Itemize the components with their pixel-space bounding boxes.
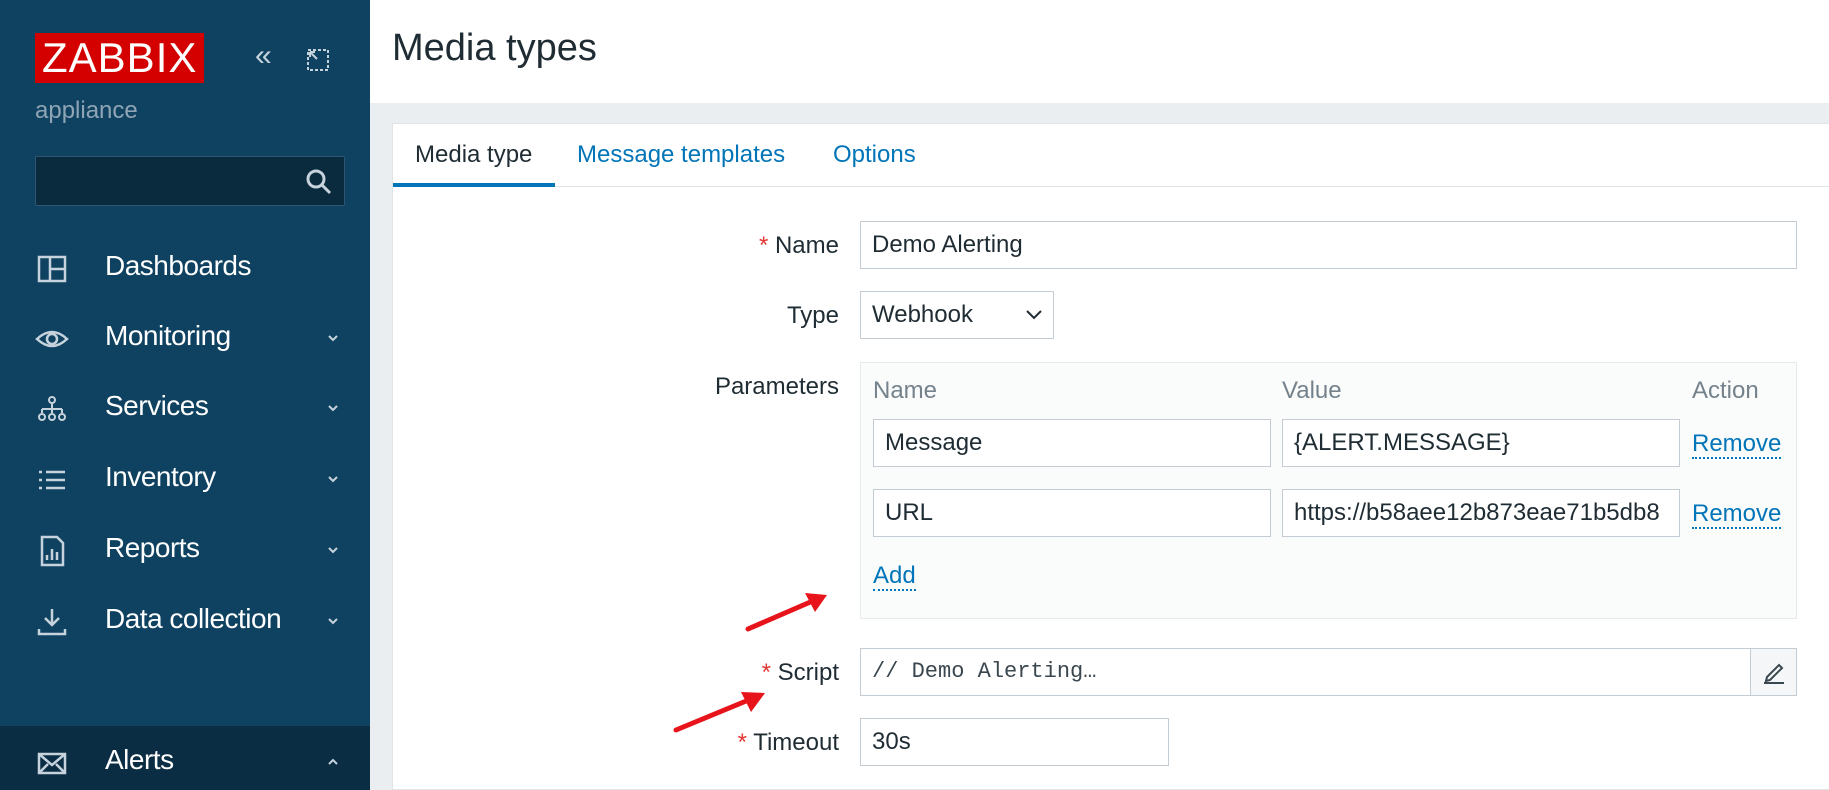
kiosk-mode-icon[interactable]: [305, 44, 331, 71]
required-mark: *: [761, 659, 771, 686]
report-icon: [40, 535, 65, 567]
chevron-down-icon: [328, 476, 338, 483]
nav-inventory[interactable]: Inventory: [0, 443, 370, 515]
pencil-icon: [1764, 663, 1784, 684]
eye-icon: [35, 330, 69, 348]
chevron-down-icon: [328, 405, 338, 412]
sidebar: ZABBIX « appliance Dashboards Monitoring: [0, 0, 370, 790]
param-value-input[interactable]: https://b58aee12b873eae71b5db8: [1282, 489, 1680, 537]
tab-media-type[interactable]: Media type: [415, 141, 532, 169]
parameters-table: Name Value Action Message {ALERT.MESSAGE…: [860, 362, 1797, 619]
name-field[interactable]: Demo Alerting: [860, 221, 1797, 269]
type-select-value: Webhook: [872, 301, 973, 328]
nav-alerts[interactable]: Alerts: [0, 726, 370, 790]
required-mark: *: [758, 232, 769, 259]
search-input[interactable]: [35, 156, 345, 206]
type-select[interactable]: Webhook: [860, 291, 1054, 339]
search-icon[interactable]: [304, 167, 334, 197]
nav-label: Data collection: [105, 603, 282, 634]
nav-monitoring[interactable]: Monitoring: [0, 302, 370, 374]
script-field[interactable]: // Demo Alerting…: [860, 648, 1797, 696]
annotation-arrow-icon: [745, 593, 827, 632]
server-name: appliance: [35, 97, 138, 124]
nav-dashboards[interactable]: Dashboards: [0, 232, 370, 304]
name-label-text: Name: [774, 232, 839, 259]
zabbix-logo[interactable]: ZABBIX: [35, 33, 205, 83]
script-label: * Script: [643, 659, 839, 687]
nav-label: Monitoring: [105, 320, 231, 351]
nav-data-collection[interactable]: Data collection: [0, 585, 370, 657]
remove-param-button[interactable]: Remove: [1692, 501, 1782, 529]
remove-param-button[interactable]: Remove: [1692, 431, 1782, 459]
script-preview: // Demo Alerting…: [872, 659, 1097, 684]
name-label: * Name: [643, 232, 839, 260]
param-name-input[interactable]: URL: [873, 489, 1271, 537]
page-header: Media types: [370, 0, 1829, 103]
script-label-text: Script: [777, 659, 839, 686]
nav-reports[interactable]: Reports: [0, 514, 370, 586]
download-icon: [37, 609, 67, 636]
active-tab-indicator: [393, 183, 555, 187]
nav-label: Dashboards: [105, 250, 251, 281]
annotation-arrow-icon: [673, 692, 765, 733]
param-column-action: Action: [1692, 377, 1759, 404]
nav-services[interactable]: Services: [0, 372, 370, 444]
param-column-value: Value: [1282, 377, 1342, 404]
chevron-down-icon: [328, 335, 338, 342]
chevron-down-icon: [328, 618, 338, 625]
collapse-sidebar-icon[interactable]: «: [255, 36, 272, 76]
nav-label: Alerts: [105, 744, 174, 775]
chevron-up-icon: [328, 758, 338, 765]
dashboards-icon: [37, 255, 67, 283]
envelope-icon: [37, 752, 67, 775]
nav-label: Reports: [105, 532, 200, 563]
list-icon: [39, 470, 65, 490]
page-title: Media types: [392, 27, 597, 69]
param-column-name: Name: [873, 377, 938, 404]
param-value-input[interactable]: {ALERT.MESSAGE}: [1282, 419, 1680, 467]
param-name-input[interactable]: Message: [873, 419, 1271, 467]
tab-bar: Media type Message templates Options: [393, 124, 1829, 187]
nav-label: Inventory: [105, 461, 216, 492]
media-type-form-panel: Media type Message templates Options * N…: [392, 123, 1829, 790]
timeout-field[interactable]: 30s: [860, 718, 1169, 766]
chevron-down-icon: [1026, 310, 1042, 320]
tab-options[interactable]: Options: [833, 141, 916, 169]
type-label: Type: [786, 302, 839, 329]
services-hierarchy-icon: [38, 396, 66, 421]
tab-message-templates[interactable]: Message templates: [577, 141, 785, 169]
chevron-down-icon: [328, 547, 338, 554]
nav-label: Services: [105, 390, 209, 421]
parameters-label: Parameters: [714, 373, 839, 400]
add-param-button[interactable]: Add: [873, 563, 916, 591]
edit-script-button[interactable]: [1750, 649, 1796, 695]
